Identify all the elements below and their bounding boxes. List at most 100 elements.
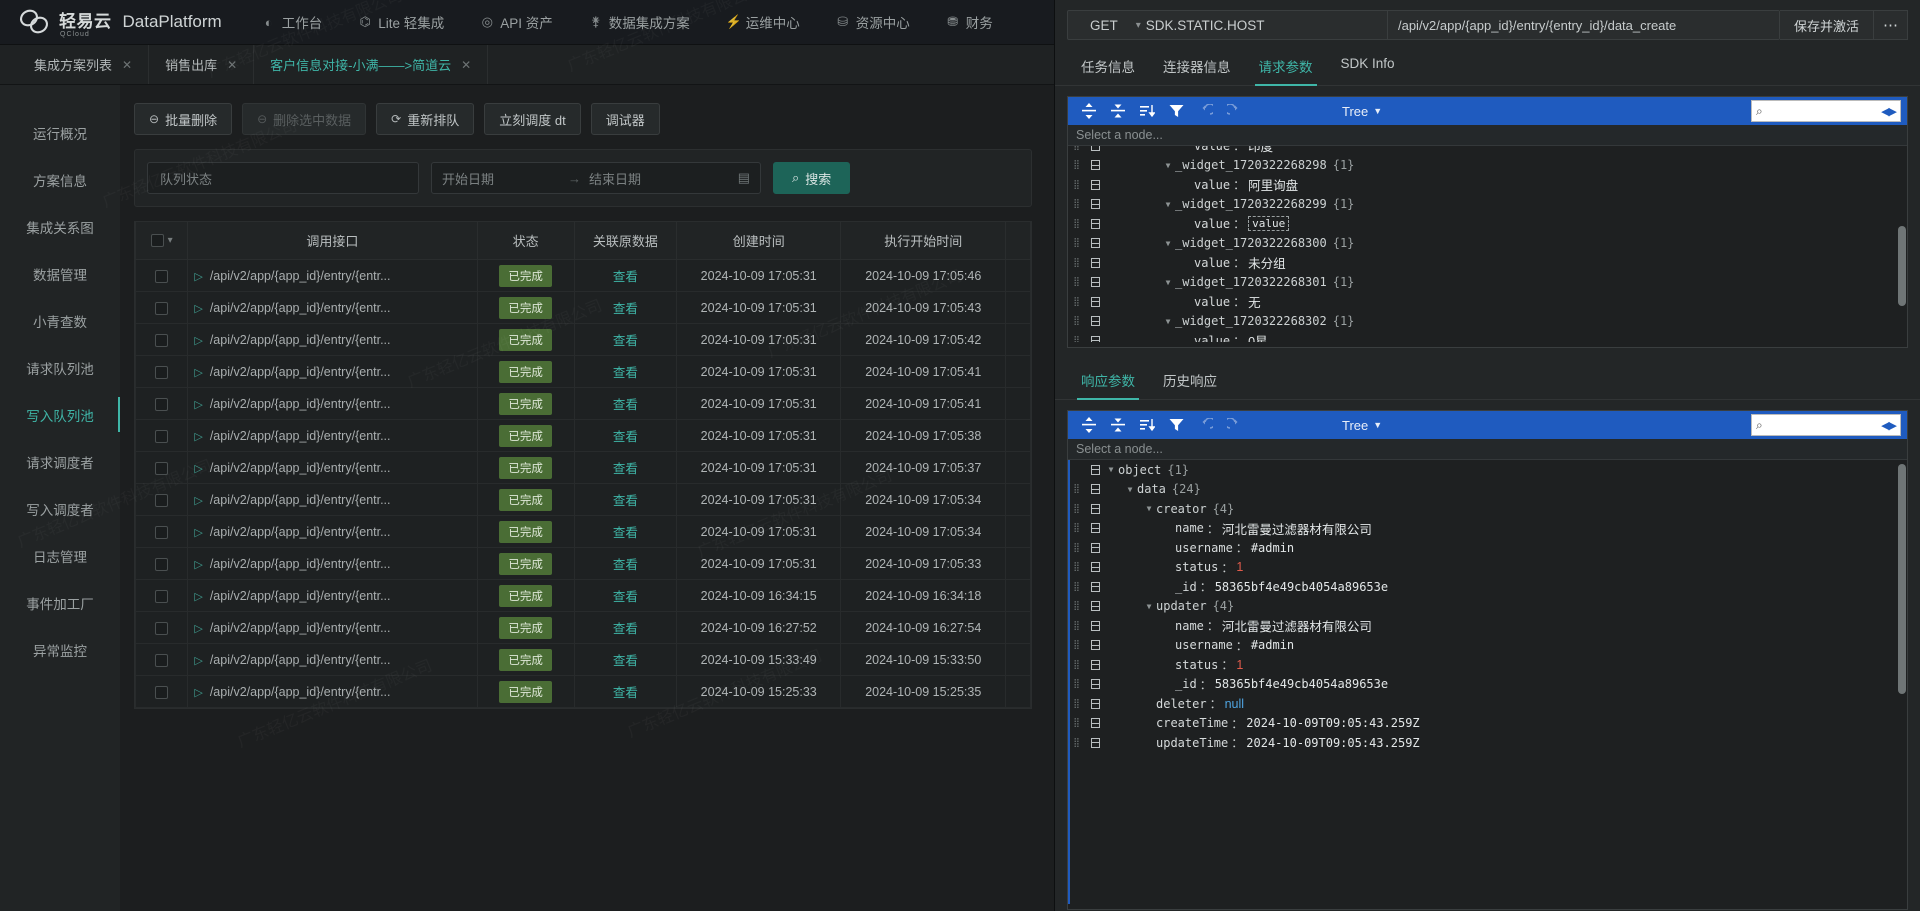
play-icon[interactable]: ▷ xyxy=(194,655,202,667)
sidebar-item-5[interactable]: 请求队列池 xyxy=(0,344,120,391)
expand-all-icon[interactable] xyxy=(1076,100,1102,122)
batch-delete-button[interactable]: ⊖ 批量删除 xyxy=(134,103,233,135)
caret-down-icon[interactable]: ▼ xyxy=(1142,602,1156,611)
table-row[interactable]: ▷ /api/v2/app/{app_id}/entry/{entr... 已完成 查… xyxy=(134,611,1031,644)
row-related-cell[interactable]: 查看 xyxy=(573,355,677,388)
start-date-input[interactable]: 开始日期 xyxy=(442,169,560,188)
table-row[interactable]: ▷ /api/v2/app/{app_id}/entry/{entr... 已完成 查… xyxy=(134,483,1031,516)
drag-handle-icon[interactable]: ⣿ xyxy=(1068,258,1086,268)
json-tree-row[interactable]: ⣿ ▼ updater {4} xyxy=(1068,597,1907,617)
drag-handle-icon[interactable]: ⣿ xyxy=(1068,601,1086,611)
expand-all-icon[interactable] xyxy=(1076,414,1102,436)
close-icon[interactable]: ✕ xyxy=(461,58,471,72)
json-value[interactable]: 印度 xyxy=(1248,146,1273,155)
redo-icon[interactable] xyxy=(1221,414,1247,436)
node-type-icon[interactable] xyxy=(1086,620,1104,631)
node-type-icon[interactable] xyxy=(1086,335,1104,342)
drag-handle-icon[interactable]: ⣿ xyxy=(1068,484,1086,494)
json-tree-row[interactable]: ⣿ value：0星 xyxy=(1068,331,1907,342)
json-tree-row[interactable]: ⣿ name：河北雷曼过滤器材有限公司 xyxy=(1068,616,1907,636)
view-link[interactable]: 查看 xyxy=(613,558,638,572)
play-icon[interactable]: ▷ xyxy=(194,591,202,603)
host-select[interactable]: ▾ SDK.STATIC.HOST xyxy=(1136,18,1387,33)
play-icon[interactable]: ▷ xyxy=(194,399,202,411)
drag-handle-icon[interactable]: ⣿ xyxy=(1068,180,1086,190)
sidebar-item-3[interactable]: 数据管理 xyxy=(0,250,120,297)
row-checkbox-cell[interactable] xyxy=(134,547,189,580)
debugger-button[interactable]: 调试器 xyxy=(590,103,660,135)
node-type-icon[interactable] xyxy=(1086,257,1104,268)
play-icon[interactable]: ▷ xyxy=(194,271,202,283)
json-value[interactable]: 无 xyxy=(1248,292,1261,311)
play-icon[interactable]: ▷ xyxy=(194,335,202,347)
node-type-icon[interactable] xyxy=(1086,238,1104,249)
nav-item-2[interactable]: ◎ API 资产 xyxy=(462,0,571,45)
table-header-cell-0[interactable]: ▾ xyxy=(134,221,189,260)
row-checkbox-cell[interactable] xyxy=(134,419,189,452)
row-checkbox[interactable] xyxy=(155,365,169,379)
drag-handle-icon[interactable]: ⣿ xyxy=(1068,738,1086,748)
node-type-icon[interactable] xyxy=(1086,218,1104,229)
view-link[interactable]: 查看 xyxy=(613,494,638,508)
row-checkbox-cell[interactable] xyxy=(134,515,189,548)
json-tree-row[interactable]: ⣿ updateTime： 2024-10-09T09:05:43.259Z xyxy=(1068,733,1907,753)
json-tree-row[interactable]: ⣿ ▼ creator {4} xyxy=(1068,499,1907,519)
json-tree-row[interactable]: ⣿ createTime： 2024-10-09T09:05:43.259Z xyxy=(1068,714,1907,734)
drag-handle-icon[interactable]: ⣿ xyxy=(1068,297,1086,307)
search-nav-icons[interactable]: ◀▶ xyxy=(1881,419,1897,432)
chevron-down-icon[interactable]: ▾ xyxy=(168,235,173,246)
view-link[interactable]: 查看 xyxy=(613,270,638,284)
drag-handle-icon[interactable]: ⣿ xyxy=(1068,582,1086,592)
nav-item-1[interactable]: ⌬ Lite 轻集成 xyxy=(340,0,462,45)
request-tab-1[interactable]: 连接器信息 xyxy=(1149,46,1245,85)
row-checkbox-cell[interactable] xyxy=(134,483,189,516)
sidebar-item-0[interactable]: 运行概况 xyxy=(0,109,120,156)
node-type-icon[interactable] xyxy=(1086,562,1104,573)
sidebar-item-7[interactable]: 请求调度者 xyxy=(0,438,120,485)
json-value[interactable]: value xyxy=(1248,216,1290,232)
json-tree-row[interactable]: ⣿ status： 1 xyxy=(1068,655,1907,675)
json-tree-row[interactable]: ⣿ value：印度 xyxy=(1068,146,1907,156)
json-tree-row[interactable]: ⣿ name：河北雷曼过滤器材有限公司 xyxy=(1068,519,1907,539)
collapse-all-icon[interactable] xyxy=(1105,100,1131,122)
caret-down-icon[interactable]: ▼ xyxy=(1123,485,1137,494)
view-link[interactable]: 查看 xyxy=(613,622,638,636)
node-path-bar[interactable]: Select a node... xyxy=(1068,125,1907,146)
table-row[interactable]: ▷ /api/v2/app/{app_id}/entry/{entr... 已完成 查… xyxy=(134,675,1031,708)
json-value[interactable]: 阿里询盘 xyxy=(1248,175,1298,194)
table-row[interactable]: ▷ /api/v2/app/{app_id}/entry/{entr... 已完成 查… xyxy=(134,643,1031,676)
filter-icon[interactable] xyxy=(1163,414,1189,436)
json-value[interactable]: #admin xyxy=(1251,541,1294,555)
sidebar-item-9[interactable]: 日志管理 xyxy=(0,532,120,579)
row-related-cell[interactable]: 查看 xyxy=(573,291,677,324)
row-related-cell[interactable]: 查看 xyxy=(573,259,677,292)
drag-handle-icon[interactable]: ⣿ xyxy=(1068,199,1086,209)
play-icon[interactable]: ▷ xyxy=(194,463,202,475)
row-related-cell[interactable]: 查看 xyxy=(573,579,677,612)
editor-mode-select[interactable]: Tree ▼ xyxy=(1342,104,1382,119)
sidebar-item-11[interactable]: 异常监控 xyxy=(0,626,120,673)
json-tree-row[interactable]: ⣿ deleter： null xyxy=(1068,694,1907,714)
drag-handle-icon[interactable]: ⣿ xyxy=(1068,562,1086,572)
row-checkbox[interactable] xyxy=(155,333,169,347)
node-type-icon[interactable] xyxy=(1086,179,1104,190)
caret-down-icon[interactable]: ▼ xyxy=(1104,465,1118,474)
node-type-icon[interactable] xyxy=(1086,503,1104,514)
drag-handle-icon[interactable]: ⣿ xyxy=(1068,699,1086,709)
json-value[interactable]: 未分组 xyxy=(1248,253,1286,272)
row-checkbox-cell[interactable] xyxy=(134,355,189,388)
table-row[interactable]: ▷ /api/v2/app/{app_id}/entry/{entr... 已完成 查… xyxy=(134,323,1031,356)
undo-icon[interactable] xyxy=(1192,100,1218,122)
view-link[interactable]: 查看 xyxy=(613,686,638,700)
workspace-tab-2[interactable]: 客户信息对接-小满——>简道云 ✕ xyxy=(254,45,489,84)
more-options-button[interactable]: ⋯ xyxy=(1874,10,1908,40)
json-tree-row[interactable]: ⣿ value：未分组 xyxy=(1068,253,1907,273)
row-checkbox-cell[interactable] xyxy=(134,675,189,708)
node-type-icon[interactable] xyxy=(1086,277,1104,288)
drag-handle-icon[interactable]: ⣿ xyxy=(1068,621,1086,631)
node-type-icon[interactable] xyxy=(1086,542,1104,553)
sidebar-item-10[interactable]: 事件加工厂 xyxy=(0,579,120,626)
delete-selected-button[interactable]: ⊖ 删除选中数据 xyxy=(242,103,367,135)
table-row[interactable]: ▷ /api/v2/app/{app_id}/entry/{entr... 已完成 查… xyxy=(134,355,1031,388)
row-checkbox-cell[interactable] xyxy=(134,291,189,324)
